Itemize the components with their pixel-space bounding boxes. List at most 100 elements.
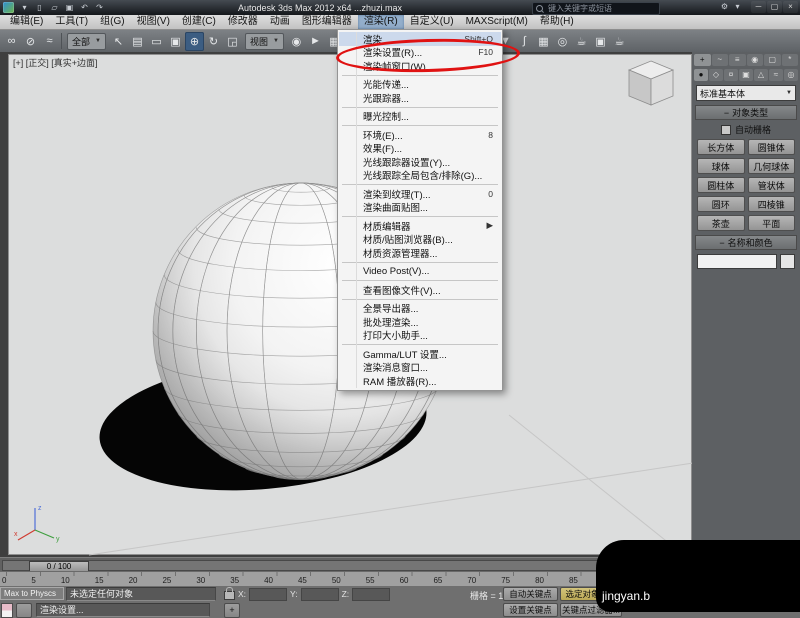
window-crossing-icon[interactable]: ▣	[166, 32, 185, 51]
app-logo-icon[interactable]	[3, 2, 14, 13]
render-menu-item[interactable]: 批处理渲染...	[339, 315, 501, 329]
space-warps-icon[interactable]: ≈	[769, 69, 783, 81]
render-menu-item[interactable]: 渲染曲面贴图...	[339, 201, 501, 215]
render-menu-item[interactable]: Video Post(V)...	[339, 265, 501, 279]
object-type-button[interactable]: 圆柱体	[697, 177, 745, 193]
rendered-frame-window-icon[interactable]: ▣	[591, 32, 610, 51]
object-type-button[interactable]: 管状体	[748, 177, 796, 193]
reference-coordinate-dropdown[interactable]: 视图▼	[245, 33, 284, 50]
save-file-icon[interactable]: ▣	[63, 2, 76, 14]
menu-bar-item[interactable]: 工具(T)	[49, 15, 94, 29]
maximize-button[interactable]: ▢	[767, 1, 782, 13]
render-menu-item[interactable]: 光跟踪器...	[339, 91, 501, 105]
render-menu-item[interactable]: 渲染消息窗口...	[339, 361, 501, 375]
autogrid-checkbox[interactable]	[721, 125, 731, 135]
minimize-button[interactable]: ─	[751, 1, 766, 13]
helpers-icon[interactable]: △	[754, 69, 768, 81]
render-menu-item[interactable]: 全景导出器...	[339, 302, 501, 316]
close-button[interactable]: ×	[783, 1, 798, 13]
time-slider-track[interactable]: 0 / 100	[2, 560, 690, 571]
object-type-button[interactable]: 圆环	[697, 196, 745, 212]
y-coordinate-field[interactable]	[301, 588, 339, 601]
shapes-icon[interactable]: ◇	[709, 69, 723, 81]
render-setup-icon[interactable]: ☕	[572, 32, 591, 51]
render-menu-item[interactable]: 光能传递...	[339, 78, 501, 92]
selection-region-icon[interactable]: ▭	[147, 32, 166, 51]
search-input[interactable]	[546, 3, 650, 14]
redo-icon[interactable]: ↷	[93, 2, 106, 14]
object-name-input[interactable]	[697, 254, 777, 269]
communication-center-icon[interactable]: ⚙	[718, 1, 731, 13]
render-menu-item[interactable]: Gamma/LUT 设置...	[339, 347, 501, 361]
menu-bar-item[interactable]: 自定义(U)	[404, 15, 460, 29]
menu-bar-item[interactable]: 编辑(E)	[4, 15, 49, 29]
select-by-name-icon[interactable]: ▤	[128, 32, 147, 51]
menu-bar-item[interactable]: 组(G)	[94, 15, 130, 29]
menu-bar-item[interactable]: 图形编辑器	[296, 15, 358, 29]
viewport-label[interactable]: [+] [正交] [真实+边面]	[13, 56, 98, 69]
select-and-move-icon[interactable]: ⊕	[185, 32, 204, 51]
render-menu-item[interactable]: 光线跟踪器设置(Y)...	[339, 155, 501, 169]
maxscript-mini-listener[interactable]	[1, 603, 13, 618]
isolate-selection-icon[interactable]	[16, 603, 32, 618]
motion-tab-icon[interactable]: ◉	[747, 54, 764, 66]
menu-bar-item[interactable]: MAXScript(M)	[460, 15, 534, 29]
select-and-scale-icon[interactable]: ◲	[223, 32, 242, 51]
object-color-swatch[interactable]	[780, 254, 795, 269]
help-dropdown-icon[interactable]: ▾	[731, 1, 744, 13]
x-coordinate-field[interactable]	[249, 588, 287, 601]
render-menu-item[interactable]: RAM 播放器(R)...	[339, 374, 501, 388]
select-and-manipulate-icon[interactable]: ►	[306, 32, 325, 51]
render-menu-item[interactable]: 曝光控制...	[339, 110, 501, 124]
object-type-button[interactable]: 茶壶	[697, 215, 745, 231]
render-menu-item[interactable]: 打印大小助手...	[339, 329, 501, 343]
undo-icon[interactable]: ↶	[78, 2, 91, 14]
menu-bar-item[interactable]: 帮助(H)	[534, 15, 580, 29]
z-coordinate-field[interactable]	[352, 588, 390, 601]
menu-bar-item[interactable]: 修改器	[222, 15, 264, 29]
set-key-button[interactable]: 设置关键点	[503, 603, 558, 617]
max-to-physics-mini-window[interactable]: Max to Physcs	[0, 587, 64, 600]
render-production-icon[interactable]: ☕	[610, 32, 629, 51]
render-menu-item[interactable]: 渲染到纹理(T)... 0	[339, 187, 501, 201]
lock-selection-icon[interactable]	[224, 591, 235, 600]
select-and-link-icon[interactable]: ∞	[2, 32, 21, 51]
menu-bar-item[interactable]: 创建(C)	[176, 15, 222, 29]
render-menu-item[interactable]: 效果(F)...	[339, 142, 501, 156]
auto-key-button[interactable]: 自动关键点	[503, 587, 558, 601]
render-menu-item[interactable]: 光线跟踪全局包含/排除(G)...	[339, 169, 501, 183]
schematic-view-icon[interactable]: ▦	[534, 32, 553, 51]
render-menu-item[interactable]: 材质编辑器 ▶	[339, 219, 501, 233]
bind-to-space-warp-icon[interactable]: ≈	[40, 32, 59, 51]
search-box[interactable]	[532, 2, 660, 15]
unlink-selection-icon[interactable]: ⊘	[21, 32, 40, 51]
render-menu-item[interactable]: 环境(E)... 8	[339, 128, 501, 142]
menu-bar-item[interactable]: 视图(V)	[131, 15, 176, 29]
systems-icon[interactable]: ◎	[784, 69, 798, 81]
render-menu-item[interactable]: 材质资源管理器...	[339, 246, 501, 260]
geometry-icon[interactable]: ●	[694, 69, 708, 81]
select-and-rotate-icon[interactable]: ↻	[204, 32, 223, 51]
object-type-button[interactable]: 球体	[697, 158, 745, 174]
object-type-button[interactable]: 几何球体	[748, 158, 796, 174]
object-type-button[interactable]: 四棱锥	[748, 196, 796, 212]
view-cube[interactable]	[621, 57, 681, 109]
absolute-offset-toggle-icon[interactable]: +	[224, 603, 240, 618]
app-menu-icon[interactable]: ▾	[18, 2, 31, 14]
new-scene-icon[interactable]: ▯	[33, 2, 46, 14]
display-tab-icon[interactable]: ▢	[764, 54, 781, 66]
name-color-rollout-header[interactable]: − 名称和颜色	[695, 235, 797, 250]
cameras-icon[interactable]: ▣	[739, 69, 753, 81]
object-type-button[interactable]: 长方体	[697, 139, 745, 155]
hierarchy-tab-icon[interactable]: ≡	[729, 54, 746, 66]
category-dropdown[interactable]: 标准基本体 ▼	[696, 85, 796, 101]
object-type-rollout-header[interactable]: − 对象类型	[695, 105, 797, 120]
lights-icon[interactable]: ¤	[724, 69, 738, 81]
modify-tab-icon[interactable]: ~	[712, 54, 729, 66]
open-file-icon[interactable]: ▱	[48, 2, 61, 14]
create-tab-icon[interactable]: +	[694, 54, 711, 66]
use-pivot-center-icon[interactable]: ◉	[287, 32, 306, 51]
render-menu-item[interactable]: 材质/贴图浏览器(B)...	[339, 233, 501, 247]
material-editor-icon[interactable]: ◎	[553, 32, 572, 51]
menu-bar-item[interactable]: 渲染(R)	[358, 15, 404, 29]
